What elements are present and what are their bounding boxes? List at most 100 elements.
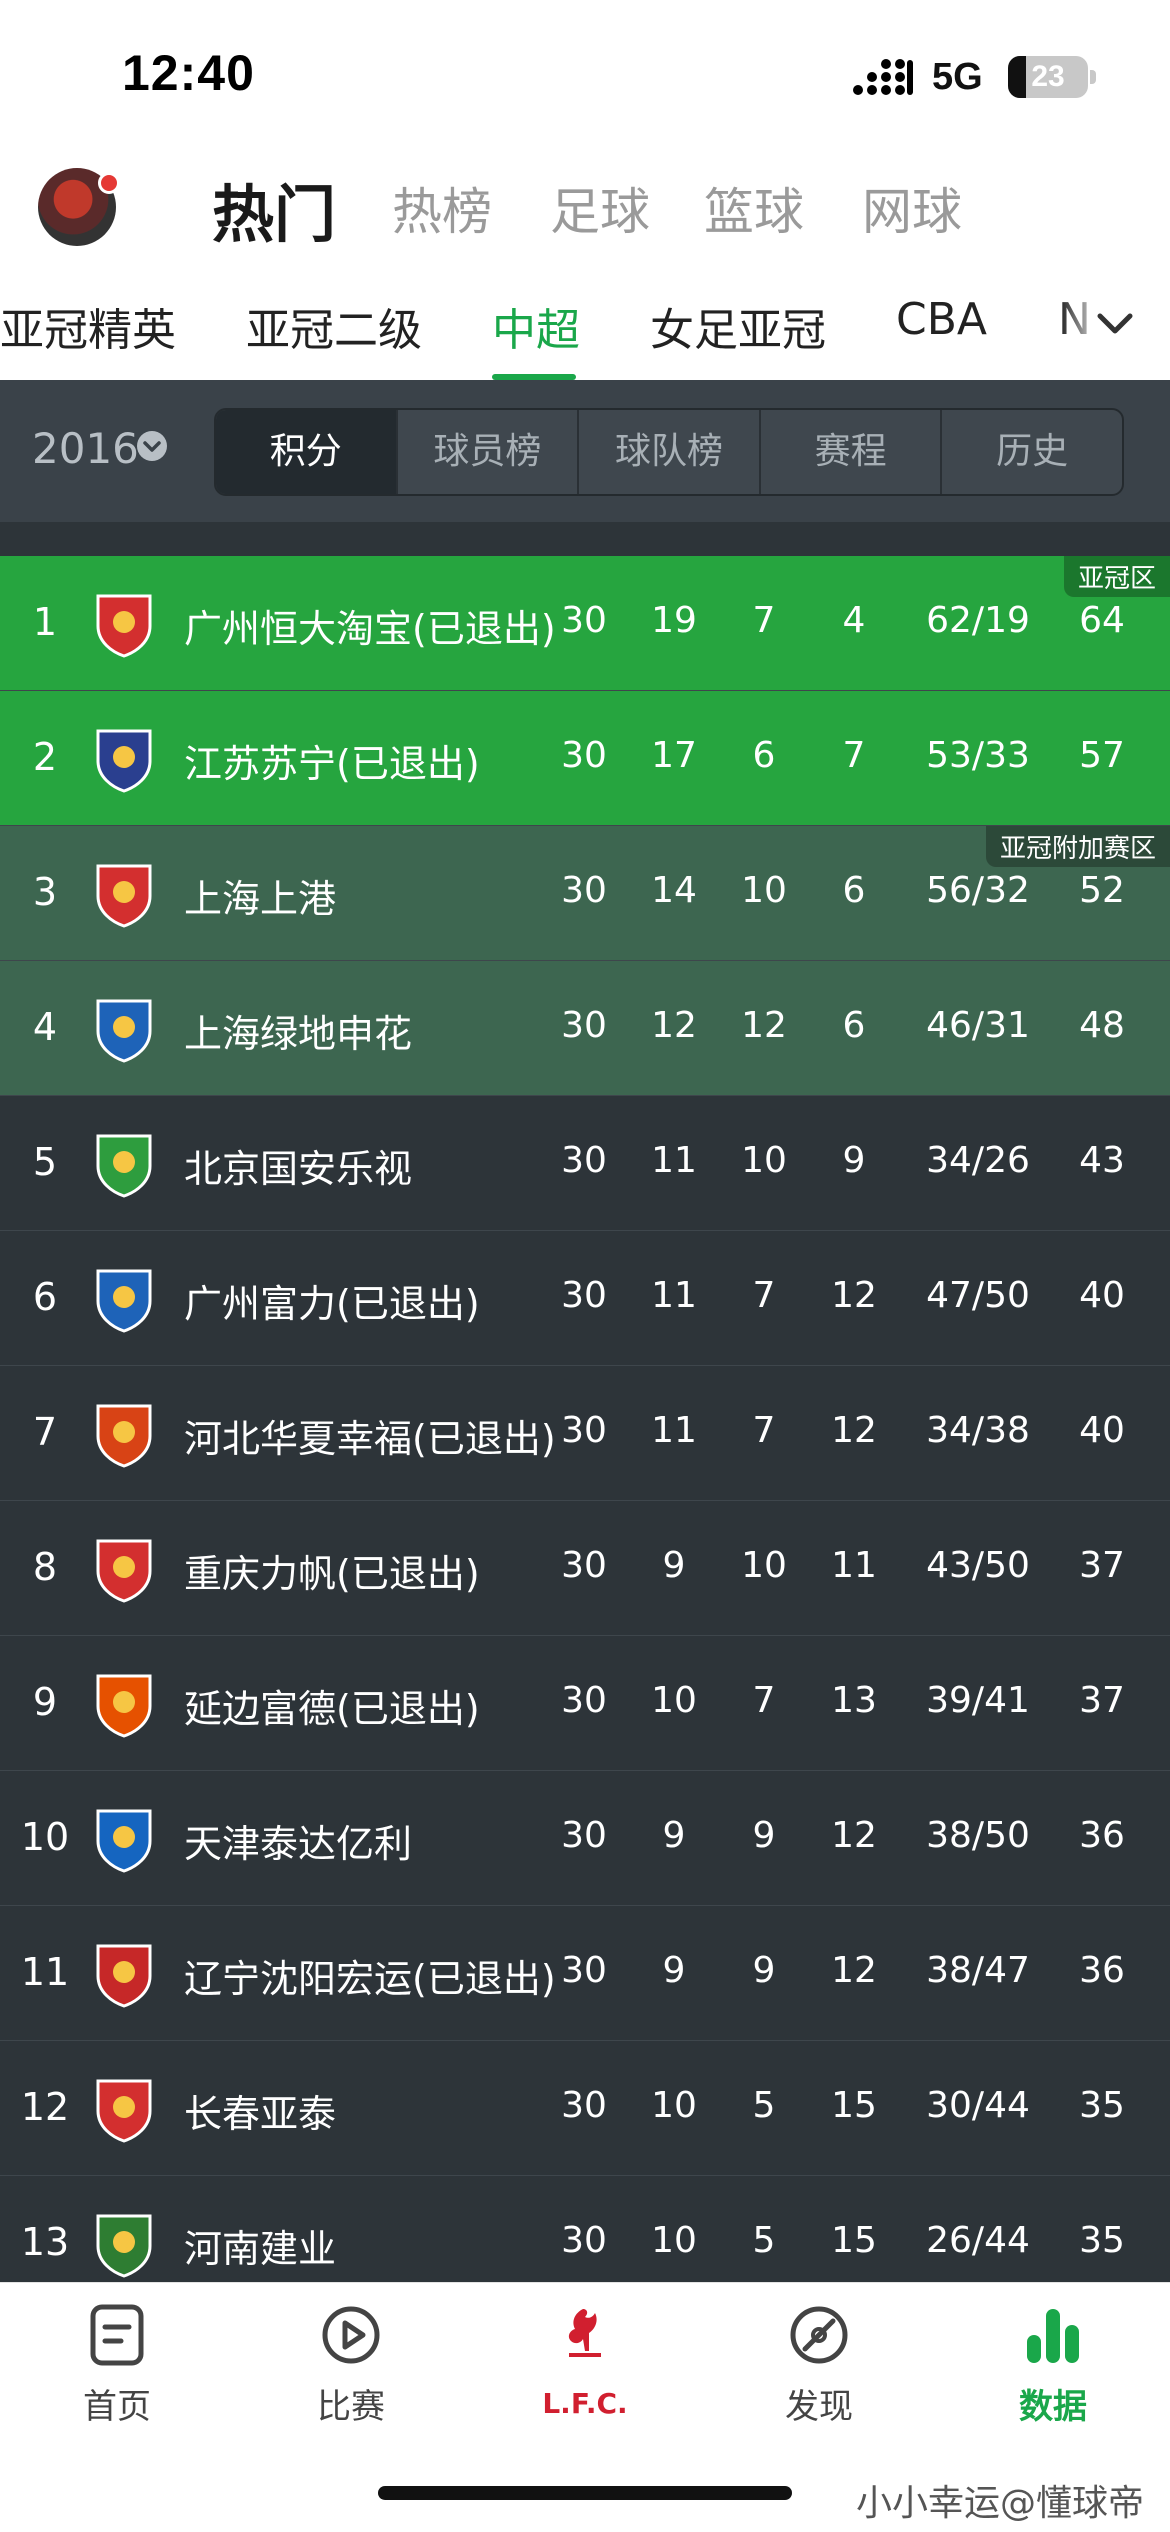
bar-chart-icon xyxy=(1027,2309,1079,2363)
team-name: 河北华夏幸福(已退出) xyxy=(184,1417,556,1461)
home-indicator xyxy=(378,2486,792,2500)
status-bar: 12:40 5G 23 xyxy=(0,0,1170,150)
filter-bar: 2016 积分 球员榜 球队榜 赛程 历史 xyxy=(0,380,1170,522)
league-tab-csl[interactable]: 中超 xyxy=(492,294,580,358)
points-cell: 57 xyxy=(1079,735,1125,776)
rank-cell: 8 xyxy=(32,1545,58,1589)
bottom-tab-lfc[interactable]: L.F.C. xyxy=(468,2283,702,2443)
goals-cell: 56/32 xyxy=(926,870,1030,911)
network-label: 5G xyxy=(932,56,983,98)
team-logo-icon xyxy=(96,1674,152,1738)
table-row[interactable]: 10 天津泰达亿利 30 9 9 12 38/50 36 xyxy=(0,1771,1170,1906)
segment-standings[interactable]: 积分 xyxy=(216,410,396,494)
lost-cell: 9 xyxy=(842,1140,866,1181)
table-row[interactable]: 3 上海上港 30 14 10 6 56/32 52 亚冠附加赛区 xyxy=(0,826,1170,961)
team-logo-icon xyxy=(96,1134,152,1198)
league-tab-cba[interactable]: CBA xyxy=(896,294,987,345)
team-logo-icon xyxy=(96,2214,152,2278)
league-tab-womens-acl[interactable]: 女足亚冠 xyxy=(650,294,826,358)
tab-hot[interactable]: 热门 xyxy=(212,164,336,254)
status-time: 12:40 xyxy=(122,45,255,101)
team-name: 天津泰达亿利 xyxy=(184,1822,413,1866)
goals-cell: 26/44 xyxy=(926,2220,1030,2261)
rank-cell: 5 xyxy=(32,1140,58,1184)
tab-basketball[interactable]: 篮球 xyxy=(704,172,804,244)
segment-players[interactable]: 球员榜 xyxy=(395,410,578,494)
play-icon xyxy=(322,2306,380,2364)
team-logo-icon xyxy=(96,1404,152,1468)
lost-cell: 12 xyxy=(831,1410,877,1451)
team-logo-icon xyxy=(96,2079,152,2143)
table-row[interactable]: 8 重庆力帆(已退出) 30 9 10 11 43/50 37 xyxy=(0,1501,1170,1636)
goals-cell: 39/41 xyxy=(926,1680,1030,1721)
team-name: 辽宁沈阳宏运(已退出) xyxy=(184,1957,556,2001)
chevron-down-icon[interactable] xyxy=(1090,298,1140,348)
bottom-tab-matches[interactable]: 比赛 xyxy=(234,2283,468,2443)
lost-cell: 7 xyxy=(842,735,866,776)
lost-cell: 6 xyxy=(842,870,866,911)
team-name: 广州富力(已退出) xyxy=(184,1282,480,1326)
team-name: 江苏苏宁(已退出) xyxy=(184,742,480,786)
team-logo-icon xyxy=(96,864,152,928)
segment-teams[interactable]: 球队榜 xyxy=(577,410,759,494)
bottom-tab-data[interactable]: 数据 xyxy=(936,2283,1170,2443)
document-icon xyxy=(90,2304,144,2366)
lost-cell: 15 xyxy=(831,2085,877,2126)
chevron-down-icon[interactable] xyxy=(136,430,168,462)
points-cell: 37 xyxy=(1079,1545,1125,1586)
goals-cell: 47/50 xyxy=(926,1275,1030,1316)
tab-football[interactable]: 足球 xyxy=(550,172,650,244)
lost-cell: 11 xyxy=(831,1545,877,1586)
rank-cell: 13 xyxy=(20,2220,70,2264)
league-tab-acl-two[interactable]: 亚冠二级 xyxy=(246,294,422,358)
table-row[interactable]: 11 辽宁沈阳宏运(已退出) 30 9 9 12 38/47 36 xyxy=(0,1906,1170,2041)
bottom-tab-discover[interactable]: 发现 xyxy=(702,2283,936,2443)
segment-schedule[interactable]: 赛程 xyxy=(758,410,941,494)
table-row[interactable]: 4 上海绿地申花 30 12 12 6 46/31 48 xyxy=(0,961,1170,1096)
tab-trending[interactable]: 热榜 xyxy=(392,172,492,244)
tab-tennis[interactable]: 网球 xyxy=(862,172,962,244)
rank-cell: 7 xyxy=(32,1410,58,1454)
table-row[interactable]: 5 北京国安乐视 30 11 10 9 34/26 43 xyxy=(0,1096,1170,1231)
rank-cell: 6 xyxy=(32,1275,58,1319)
battery-icon: 23 xyxy=(1008,56,1088,98)
standings-panel: 2016 积分 球员榜 球队榜 赛程 历史 1 广州恒大淘宝(已退出) 30 19 7 4… xyxy=(0,380,1170,2282)
table-row[interactable]: 2 江苏苏宁(已退出) 30 17 6 7 53/33 57 xyxy=(0,691,1170,826)
points-cell: 48 xyxy=(1079,1005,1125,1046)
lost-cell: 12 xyxy=(831,1950,877,1991)
team-name: 广州恒大淘宝(已退出) xyxy=(184,607,556,651)
team-name: 重庆力帆(已退出) xyxy=(184,1552,480,1596)
notification-dot xyxy=(98,172,120,194)
zone-badge: 亚冠区 xyxy=(1063,556,1170,597)
top-nav: 热门 热榜 足球 篮球 网球 xyxy=(0,150,1170,260)
bottom-tab-home[interactable]: 首页 xyxy=(0,2283,234,2443)
table-row[interactable]: 7 河北华夏幸福(已退出) 30 11 7 12 34/38 40 xyxy=(0,1366,1170,1501)
lost-cell: 12 xyxy=(831,1815,877,1856)
goals-cell: 34/26 xyxy=(926,1140,1030,1181)
season-selector[interactable]: 2016 xyxy=(32,424,139,473)
team-name: 上海绿地申花 xyxy=(184,1012,413,1056)
points-cell: 36 xyxy=(1079,1815,1125,1856)
table-row[interactable]: 6 广州富力(已退出) 30 11 7 12 47/50 40 xyxy=(0,1231,1170,1366)
table-row[interactable]: 13 河南建业 30 10 5 15 26/44 35 xyxy=(0,2176,1170,2282)
segment-history[interactable]: 历史 xyxy=(940,410,1122,494)
team-logo-icon xyxy=(96,1944,152,2008)
table-row[interactable]: 9 延边富德(已退出) 30 10 7 13 39/41 37 xyxy=(0,1636,1170,1771)
rank-cell: 4 xyxy=(32,1005,58,1049)
goals-cell: 38/47 xyxy=(926,1950,1030,1991)
bottom-tab-label: 发现 xyxy=(785,2387,853,2427)
points-cell: 40 xyxy=(1079,1410,1125,1451)
goals-cell: 43/50 xyxy=(926,1545,1030,1586)
zone-badge: 亚冠附加赛区 xyxy=(985,826,1170,867)
table-row[interactable]: 12 长春亚泰 30 10 5 15 30/44 35 xyxy=(0,2041,1170,2176)
goals-cell: 53/33 xyxy=(926,735,1030,776)
avatar[interactable] xyxy=(38,168,120,246)
rank-cell: 3 xyxy=(32,870,58,914)
team-name: 北京国安乐视 xyxy=(184,1147,413,1191)
league-tab-acl-elite[interactable]: 亚冠精英 xyxy=(0,294,176,358)
rank-cell: 2 xyxy=(32,735,58,779)
lost-cell: 4 xyxy=(842,600,866,641)
points-cell: 37 xyxy=(1079,1680,1125,1721)
team-logo-icon xyxy=(96,1809,152,1873)
table-row[interactable]: 1 广州恒大淘宝(已退出) 30 19 7 4 62/19 64 亚冠区 xyxy=(0,556,1170,691)
